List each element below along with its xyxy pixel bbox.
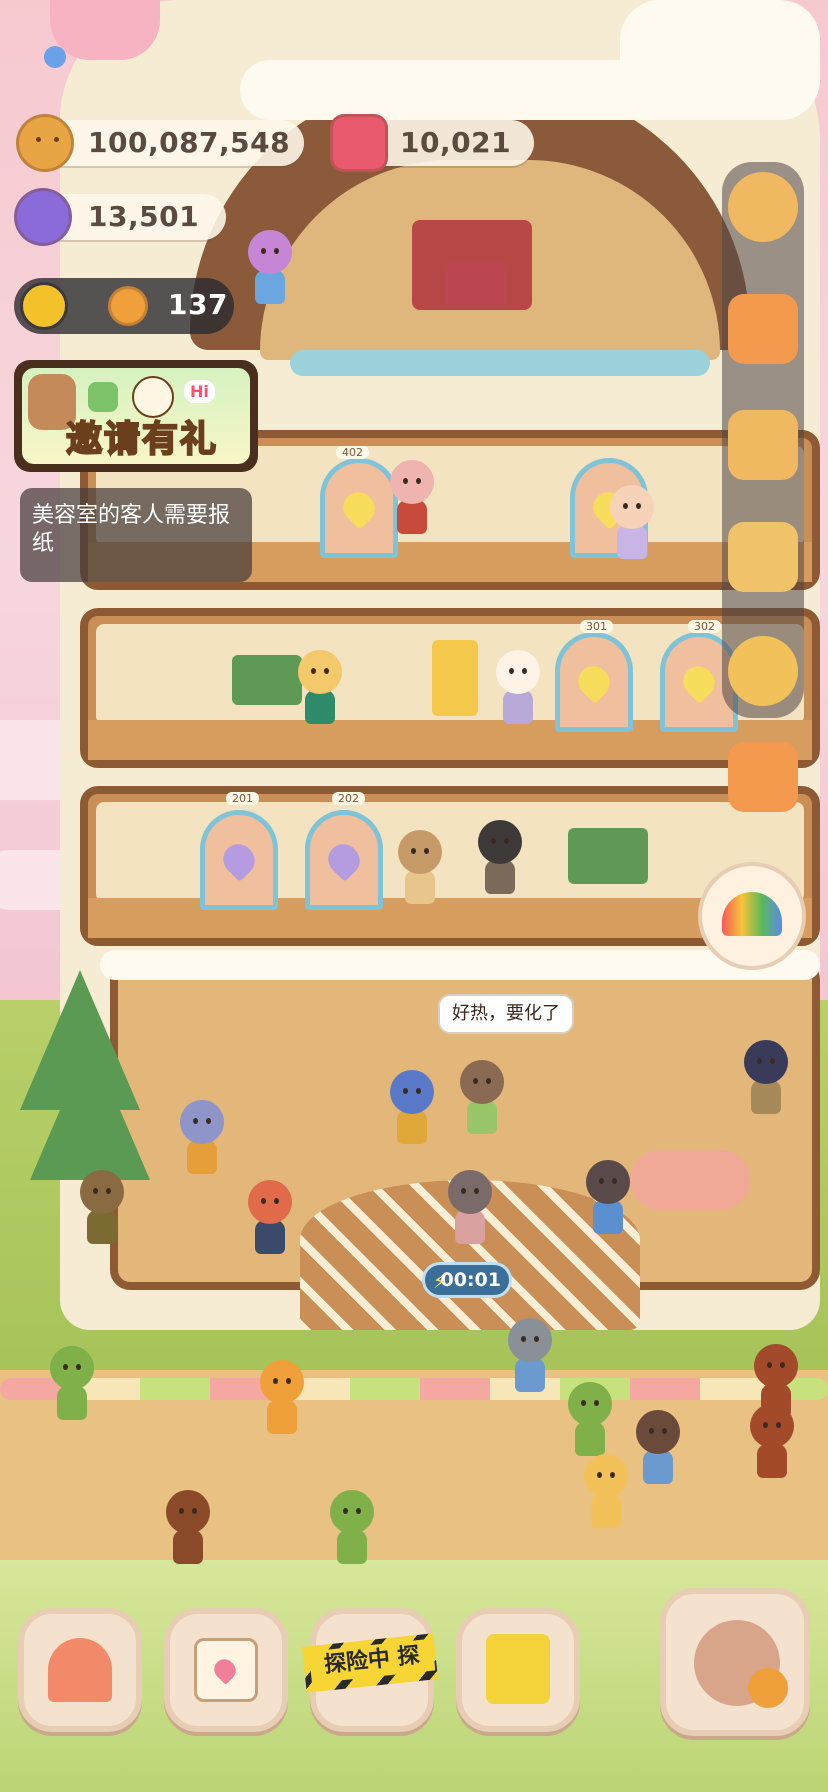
room-number: 302: [688, 620, 721, 633]
attic-shelf: [290, 350, 710, 376]
curtain: [412, 220, 532, 310]
heart-icon: [337, 486, 381, 530]
token-value: 137: [168, 288, 228, 321]
invite-button[interactable]: Hi 邀请有礼: [14, 360, 258, 472]
rug: [630, 1150, 750, 1210]
top-avatar[interactable]: [50, 0, 160, 60]
medal-icon[interactable]: [728, 410, 798, 480]
cat-character[interactable]: [508, 1318, 552, 1392]
lobby-icing: [100, 950, 820, 980]
room-number: 402: [336, 446, 369, 459]
nav-shop-button[interactable]: [456, 1608, 580, 1732]
character[interactable]: [248, 230, 292, 304]
character[interactable]: [460, 1060, 504, 1134]
speech-bubble: 好热，要化了: [438, 994, 574, 1034]
timer-text: 00:01: [440, 1269, 501, 1291]
room-door[interactable]: [320, 458, 398, 558]
gingerbread-cookie[interactable]: [568, 1382, 612, 1456]
candy-value: 10,021: [400, 126, 512, 159]
gingerbread-cookie[interactable]: [330, 1490, 374, 1564]
character[interactable]: [744, 1040, 788, 1114]
green-cabinet: [568, 828, 648, 884]
friends-icon[interactable]: [728, 636, 798, 706]
character[interactable]: [448, 1170, 492, 1244]
bag-icon[interactable]: [728, 522, 798, 592]
gem-icon: [14, 188, 72, 246]
cookie-coin-icon: [16, 114, 74, 172]
character[interactable]: [398, 830, 442, 904]
shop-bag-icon: [486, 1634, 550, 1704]
character[interactable]: [610, 485, 654, 559]
roof-icing: [620, 0, 820, 120]
sun-icon: [20, 282, 68, 330]
gingerbread-cookie[interactable]: [50, 1346, 94, 1420]
room-door[interactable]: [200, 810, 278, 910]
hi-badge: Hi: [184, 380, 215, 403]
nav-mascot-button[interactable]: [660, 1588, 810, 1736]
invite-label: 邀请有礼: [65, 418, 219, 461]
arcade-machine: [432, 640, 478, 716]
gems-value: 13,501: [88, 200, 200, 233]
lightning-icon: ⚡: [433, 1271, 447, 1293]
heart-icon: [677, 660, 721, 704]
cookie-token-icon: [108, 286, 148, 326]
bunny-character[interactable]: [496, 650, 540, 724]
room-number: 301: [580, 620, 613, 633]
quest-tip[interactable]: 美容室的客人需要报纸: [20, 488, 252, 582]
heart-icon: [217, 838, 261, 882]
character[interactable]: [390, 1070, 434, 1144]
gear-icon[interactable]: [728, 172, 798, 242]
character[interactable]: [586, 1160, 630, 1234]
nav-notebook-button[interactable]: [164, 1608, 288, 1732]
heart-icon: [322, 838, 366, 882]
christmas-tree-icon: [30, 1040, 150, 1180]
character[interactable]: [180, 1100, 224, 1174]
gingerbread-cookie[interactable]: [584, 1454, 628, 1528]
ticket-icon[interactable]: [728, 294, 798, 364]
character[interactable]: [478, 820, 522, 894]
room-number: 202: [332, 792, 365, 805]
gingerbread-cookie[interactable]: [260, 1360, 304, 1434]
candy-border: [0, 1378, 828, 1400]
heart-icon: [572, 660, 616, 704]
character[interactable]: [390, 460, 434, 534]
coins-value: 100,087,548: [88, 126, 291, 159]
nav-house-button[interactable]: [18, 1608, 142, 1732]
character[interactable]: [248, 1180, 292, 1254]
character[interactable]: [636, 1410, 680, 1484]
character[interactable]: [298, 650, 342, 724]
green-cabinet: [232, 655, 302, 705]
house-icon: [48, 1638, 112, 1702]
gingerbread-cookie[interactable]: [750, 1404, 794, 1478]
alarm-clock-icon: [748, 1668, 788, 1708]
gingerbread-cookie[interactable]: [166, 1490, 210, 1564]
character[interactable]: [80, 1170, 124, 1244]
camera-icon[interactable]: [728, 742, 798, 812]
room-door[interactable]: [305, 810, 383, 910]
room-door[interactable]: [555, 632, 633, 732]
flower-icon: [44, 46, 66, 68]
plus-icon: [88, 382, 118, 412]
room-number: 201: [226, 792, 259, 805]
candy-jar-icon: [330, 114, 388, 172]
timer-bubble[interactable]: ⚡ 00:01: [422, 1262, 512, 1298]
